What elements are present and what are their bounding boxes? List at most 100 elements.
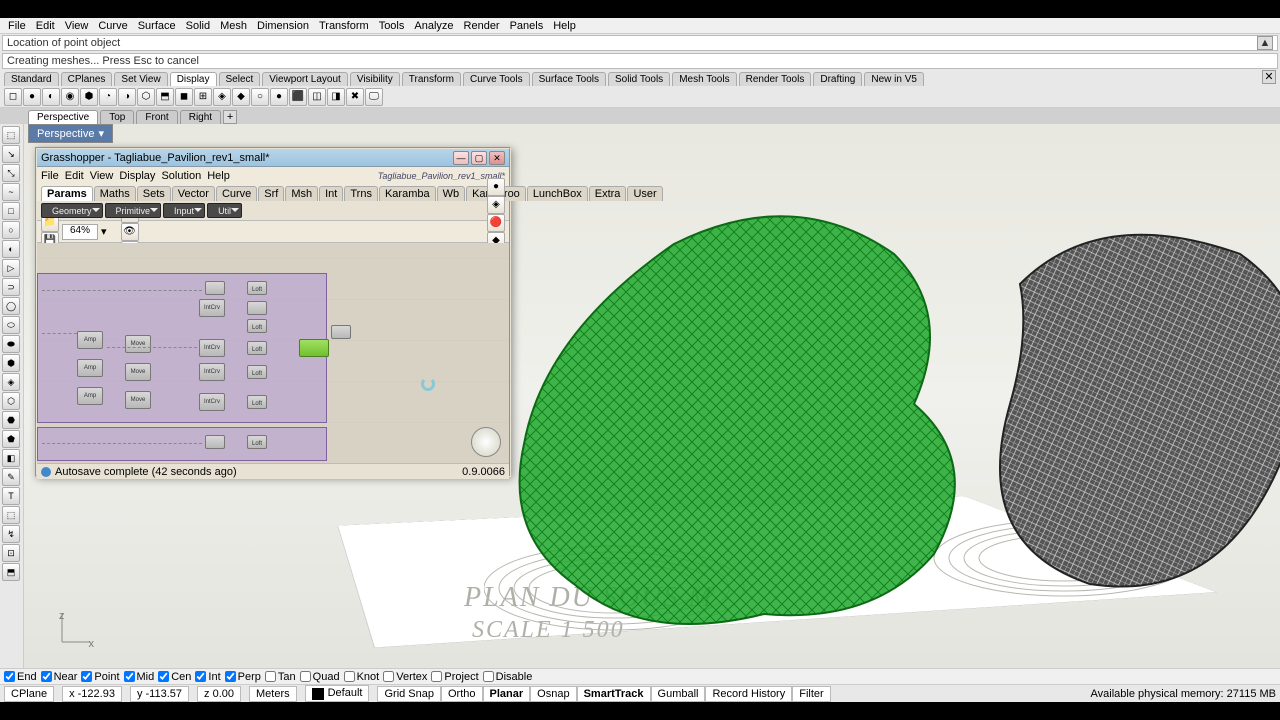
toolbar-icon-3[interactable]: ◉ xyxy=(61,88,79,106)
osnap-item[interactable]: Knot xyxy=(344,671,380,683)
toolbar-icon-5[interactable]: ◔ xyxy=(99,88,117,106)
gh-tab-karamba[interactable]: Karamba xyxy=(379,186,436,201)
gh-tab-trns[interactable]: Trns xyxy=(344,186,378,201)
tab-curve-tools[interactable]: Curve Tools xyxy=(463,72,530,86)
status-toggle-planar[interactable]: Planar xyxy=(483,686,531,702)
status-toggle-osnap[interactable]: Osnap xyxy=(530,686,576,702)
tab-set-view[interactable]: Set View xyxy=(114,72,167,86)
tab-cplanes[interactable]: CPlanes xyxy=(61,72,113,86)
status-toggle-gumball[interactable]: Gumball xyxy=(651,686,706,702)
menu-panels[interactable]: Panels xyxy=(506,20,548,32)
toolbar-icon-17[interactable]: ◨ xyxy=(327,88,345,106)
toolbar-icon-12[interactable]: ◆ xyxy=(232,88,250,106)
lefttool-icon-17[interactable]: ◧ xyxy=(2,449,20,467)
tab-mesh-tools[interactable]: Mesh Tools xyxy=(672,72,736,86)
viewtab-right[interactable]: Right xyxy=(180,110,221,124)
osnap-item[interactable]: Project xyxy=(431,671,478,683)
osnap-quad[interactable] xyxy=(300,671,311,682)
gh-component[interactable]: Loft xyxy=(247,395,267,409)
menu-file[interactable]: File xyxy=(4,20,30,32)
lefttool-icon-9[interactable]: ◯ xyxy=(2,297,20,315)
gh-menu-solution[interactable]: Solution xyxy=(161,170,201,182)
gh-tab-sets[interactable]: Sets xyxy=(137,186,171,201)
osnap-knot[interactable] xyxy=(344,671,355,682)
osnap-item[interactable]: Disable xyxy=(483,671,533,683)
osnap-item[interactable]: Mid xyxy=(124,671,155,683)
osnap-item[interactable]: Tan xyxy=(265,671,296,683)
lefttool-icon-11[interactable]: ⬬ xyxy=(2,335,20,353)
tab-drafting[interactable]: Drafting xyxy=(813,72,862,86)
gh-component[interactable]: IntCrv xyxy=(199,393,225,411)
status-layer[interactable]: Default xyxy=(305,685,370,701)
tab-surface-tools[interactable]: Surface Tools xyxy=(532,72,606,86)
toolbar-icon-18[interactable]: ✖ xyxy=(346,88,364,106)
gh-menu-help[interactable]: Help xyxy=(207,170,230,182)
tab-visibility[interactable]: Visibility xyxy=(350,72,400,86)
toolbar-icon-4[interactable]: ⬢ xyxy=(80,88,98,106)
gh-tab-curve[interactable]: Curve xyxy=(216,186,257,201)
zoom-dropdown-icon[interactable]: ▾ xyxy=(101,225,107,238)
gh-component[interactable]: IntCrv xyxy=(199,363,225,381)
gh-tab-int[interactable]: Int xyxy=(319,186,343,201)
status-toggle-smarttrack[interactable]: SmartTrack xyxy=(577,686,651,702)
add-viewport-button[interactable]: + xyxy=(223,110,237,124)
status-toggle-grid-snap[interactable]: Grid Snap xyxy=(377,686,441,702)
gh-shelf-input[interactable]: Input xyxy=(163,203,205,218)
osnap-item[interactable]: Near xyxy=(41,671,78,683)
close-button[interactable]: ✕ xyxy=(489,151,505,165)
toolbar-icon-6[interactable]: ◑ xyxy=(118,88,136,106)
menu-edit[interactable]: Edit xyxy=(32,20,59,32)
minimize-button[interactable]: — xyxy=(453,151,469,165)
menu-help[interactable]: Help xyxy=(549,20,580,32)
toolbar-icon-2[interactable]: ◐ xyxy=(42,88,60,106)
gh-component[interactable]: Loft xyxy=(247,281,267,295)
gh-shelf-primitive[interactable]: Primitive xyxy=(105,203,162,218)
osnap-int[interactable] xyxy=(195,671,206,682)
lefttool-icon-18[interactable]: ✎ xyxy=(2,468,20,486)
gh-component[interactable]: Move xyxy=(125,335,151,353)
lefttool-icon-14[interactable]: ⬡ xyxy=(2,392,20,410)
gh-tool-icon[interactable]: 🔴 xyxy=(487,214,505,232)
lefttool-icon-6[interactable]: ◐ xyxy=(2,240,20,258)
lefttool-icon-19[interactable]: T xyxy=(2,487,20,505)
gh-tab-extra[interactable]: Extra xyxy=(589,186,627,201)
status-cplane[interactable]: CPlane xyxy=(4,686,54,702)
gh-group[interactable] xyxy=(37,427,327,461)
tab-render-tools[interactable]: Render Tools xyxy=(739,72,812,86)
toolbar-icon-19[interactable]: 🖵 xyxy=(365,88,383,106)
osnap-perp[interactable] xyxy=(225,671,236,682)
cmd-scroll-up[interactable]: ▲ xyxy=(1257,36,1273,50)
lefttool-icon-3[interactable]: ~ xyxy=(2,183,20,201)
lefttool-icon-10[interactable]: ⬭ xyxy=(2,316,20,334)
gh-component[interactable]: Loft xyxy=(247,365,267,379)
toolbar-icon-0[interactable]: ◻ xyxy=(4,88,22,106)
toolbar-icon-1[interactable]: ● xyxy=(23,88,41,106)
gh-tab-maths[interactable]: Maths xyxy=(94,186,136,201)
osnap-item[interactable]: End xyxy=(4,671,37,683)
toolbar-icon-11[interactable]: ◈ xyxy=(213,88,231,106)
lefttool-icon-20[interactable]: ⬚ xyxy=(2,506,20,524)
status-units[interactable]: Meters xyxy=(249,686,297,702)
toolbar-icon-9[interactable]: ◼ xyxy=(175,88,193,106)
viewtab-front[interactable]: Front xyxy=(136,110,177,124)
gh-component[interactable]: IntCrv xyxy=(199,299,225,317)
osnap-item[interactable]: Int xyxy=(195,671,220,683)
gh-zoom[interactable]: 64% xyxy=(62,224,98,240)
gh-menu-view[interactable]: View xyxy=(90,170,114,182)
viewtab-top[interactable]: Top xyxy=(100,110,134,124)
status-toggle-record-history[interactable]: Record History xyxy=(705,686,792,702)
osnap-tan[interactable] xyxy=(265,671,276,682)
toolbar-icon-13[interactable]: ○ xyxy=(251,88,269,106)
lefttool-icon-1[interactable]: ↘ xyxy=(2,145,20,163)
toolbar-close-icon[interactable]: ✕ xyxy=(1262,70,1276,84)
gh-tool-icon[interactable]: ◈ xyxy=(487,196,505,214)
osnap-mid[interactable] xyxy=(124,671,135,682)
gh-tab-srf[interactable]: Srf xyxy=(258,186,284,201)
toolbar-icon-14[interactable]: ● xyxy=(270,88,288,106)
gh-component-selected[interactable] xyxy=(299,339,329,357)
menu-view[interactable]: View xyxy=(61,20,93,32)
menu-tools[interactable]: Tools xyxy=(375,20,409,32)
gh-component[interactable]: Move xyxy=(125,391,151,409)
gh-menu-file[interactable]: File xyxy=(41,170,59,182)
tab-display[interactable]: Display xyxy=(170,72,217,86)
